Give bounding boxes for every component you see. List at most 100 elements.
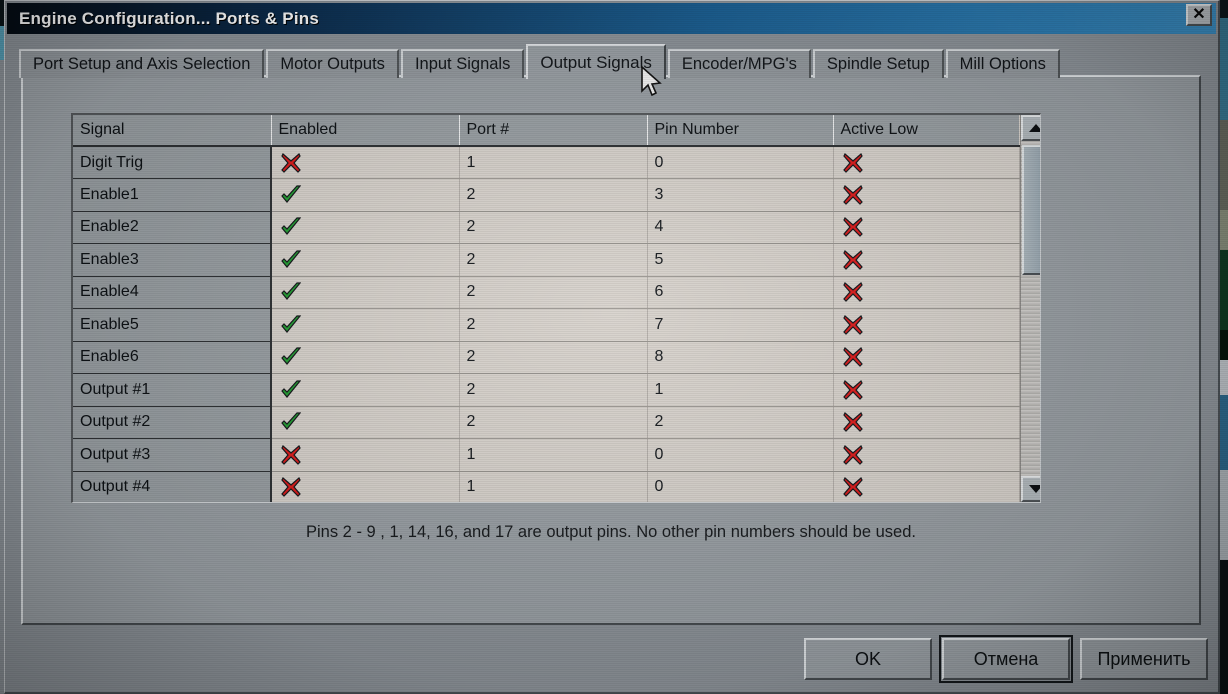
red-cross-icon xyxy=(842,217,863,238)
cell-enabled-toggle[interactable] xyxy=(271,178,460,212)
tab-input-signals[interactable]: Input Signals xyxy=(400,49,525,78)
cell-port[interactable]: 2 xyxy=(459,178,648,212)
red-cross-icon xyxy=(842,477,863,498)
cell-pin-number[interactable]: 6 xyxy=(647,276,834,309)
red-cross-icon xyxy=(842,314,863,335)
cell-pin-number[interactable]: 4 xyxy=(647,211,834,244)
cell-active-low-toggle[interactable] xyxy=(833,471,1020,502)
cell-pin-number[interactable]: 0 xyxy=(647,438,834,472)
cell-enabled-toggle[interactable] xyxy=(271,373,460,407)
tab-spindle-setup[interactable]: Spindle Setup xyxy=(812,49,944,78)
cell-port[interactable]: 1 xyxy=(459,471,648,502)
title-bar: Engine Configuration... Ports & Pins ✕ xyxy=(7,3,1216,34)
cell-active-low-toggle[interactable] xyxy=(833,276,1020,309)
cell-active-low-toggle[interactable] xyxy=(833,373,1020,407)
table-row[interactable]: Digit Trig 1 0 xyxy=(73,146,1020,179)
scroll-up-icon[interactable] xyxy=(1020,115,1040,141)
cell-port[interactable]: 2 xyxy=(459,276,648,309)
cell-pin-number[interactable]: 7 xyxy=(647,308,834,342)
cell-pin-number[interactable]: 0 xyxy=(647,146,834,179)
cell-port[interactable]: 2 xyxy=(459,406,648,439)
cell-port[interactable]: 2 xyxy=(459,243,648,277)
cell-port[interactable]: 2 xyxy=(459,211,648,244)
cell-port[interactable]: 1 xyxy=(459,438,648,472)
cell-pin-number[interactable]: 3 xyxy=(647,178,834,212)
red-cross-icon xyxy=(842,347,863,368)
table-row[interactable]: Enable3 2 5 xyxy=(73,243,1020,277)
cell-signal: Enable3 xyxy=(73,243,272,277)
table-row[interactable]: Enable2 2 4 xyxy=(73,211,1020,244)
cell-port[interactable]: 1 xyxy=(459,146,648,179)
cell-enabled-toggle[interactable] xyxy=(271,438,460,472)
cell-enabled-toggle[interactable] xyxy=(271,341,460,374)
output-signals-grid[interactable]: Signal Enabled Port # Pin Number Active … xyxy=(73,115,1020,502)
cell-active-low-toggle[interactable] xyxy=(833,438,1020,472)
cell-enabled-toggle[interactable] xyxy=(271,276,460,309)
cell-signal: Output #3 xyxy=(73,438,272,472)
table-row[interactable]: Output #4 1 0 xyxy=(73,471,1020,502)
cell-pin-number[interactable]: 8 xyxy=(647,341,834,374)
red-cross-icon xyxy=(281,444,301,465)
cell-active-low-toggle[interactable] xyxy=(833,146,1020,179)
tab-motor-outputs[interactable]: Motor Outputs xyxy=(266,49,399,78)
cell-enabled-toggle[interactable] xyxy=(271,211,460,244)
table-row[interactable]: Output #3 1 0 xyxy=(73,438,1020,472)
red-cross-icon xyxy=(842,444,863,465)
green-check-icon xyxy=(281,185,301,203)
cell-enabled-toggle[interactable] xyxy=(271,406,460,439)
cell-active-low-toggle[interactable] xyxy=(833,178,1020,212)
green-check-icon xyxy=(281,315,301,333)
triangle-up-icon xyxy=(1028,124,1040,132)
cell-active-low-toggle[interactable] xyxy=(833,211,1020,244)
tab-port-setup-and-axis-selection[interactable]: Port Setup and Axis Selection xyxy=(19,49,265,78)
ok-button[interactable]: OK xyxy=(804,638,932,680)
cell-pin-number[interactable]: 0 xyxy=(647,471,834,502)
tab-label: Spindle Setup xyxy=(826,55,930,73)
tab-encoder-mpgs[interactable]: Encoder/MPG's xyxy=(667,49,811,78)
column-header-port[interactable]: Port # xyxy=(459,115,648,147)
cell-active-low-toggle[interactable] xyxy=(833,243,1020,277)
table-row[interactable]: Enable5 2 7 xyxy=(73,308,1020,342)
table-row[interactable]: Enable1 2 3 xyxy=(73,178,1020,212)
cancel-button[interactable]: Отмена xyxy=(939,635,1073,683)
grid-vertical-scrollbar[interactable] xyxy=(1019,115,1040,502)
apply-button[interactable]: Применить xyxy=(1080,638,1208,680)
scroll-down-icon[interactable] xyxy=(1020,476,1040,502)
green-check-icon xyxy=(281,282,301,301)
table-row[interactable]: Enable4 2 6 xyxy=(73,276,1020,309)
green-check-icon xyxy=(281,217,301,236)
cell-enabled-toggle[interactable] xyxy=(271,308,460,342)
cell-signal: Output #1 xyxy=(73,373,272,407)
cell-active-low-toggle[interactable] xyxy=(833,406,1020,439)
column-header-pin-number[interactable]: Pin Number xyxy=(647,115,834,147)
cell-pin-number[interactable]: 1 xyxy=(647,373,834,407)
cell-active-low-toggle[interactable] xyxy=(833,341,1020,374)
table-row[interactable]: Output #1 2 1 xyxy=(73,373,1020,407)
cell-pin-number[interactable]: 5 xyxy=(647,243,834,277)
column-header-signal[interactable]: Signal xyxy=(73,115,272,147)
cell-active-low-toggle[interactable] xyxy=(833,308,1020,342)
cell-port[interactable]: 2 xyxy=(459,373,648,407)
table-row[interactable]: Output #2 2 2 xyxy=(73,406,1020,439)
green-check-icon xyxy=(281,250,301,268)
scrollbar-thumb[interactable] xyxy=(1021,145,1040,275)
red-cross-icon xyxy=(842,412,863,433)
tab-label: Port Setup and Axis Selection xyxy=(33,55,251,73)
column-header-enabled[interactable]: Enabled xyxy=(271,115,460,147)
cell-port[interactable]: 2 xyxy=(459,341,648,374)
cell-port[interactable]: 2 xyxy=(459,308,648,342)
cell-enabled-toggle[interactable] xyxy=(271,471,460,502)
tab-mill-options[interactable]: Mill Options xyxy=(945,49,1060,78)
table-row[interactable]: Enable6 2 8 xyxy=(73,341,1020,374)
tab-output-signals[interactable]: Output Signals xyxy=(526,44,666,79)
cell-signal: Enable4 xyxy=(73,276,272,309)
column-header-active-low[interactable]: Active Low xyxy=(833,115,1019,147)
tab-label: Motor Outputs xyxy=(280,55,385,73)
cell-enabled-toggle[interactable] xyxy=(271,243,460,277)
cell-enabled-toggle[interactable] xyxy=(271,146,460,179)
close-icon[interactable]: ✕ xyxy=(1186,4,1212,26)
cell-pin-number[interactable]: 2 xyxy=(647,406,834,439)
green-check-icon xyxy=(281,412,301,431)
cell-signal: Enable2 xyxy=(73,211,272,244)
tab-label: Output Signals xyxy=(540,52,652,72)
